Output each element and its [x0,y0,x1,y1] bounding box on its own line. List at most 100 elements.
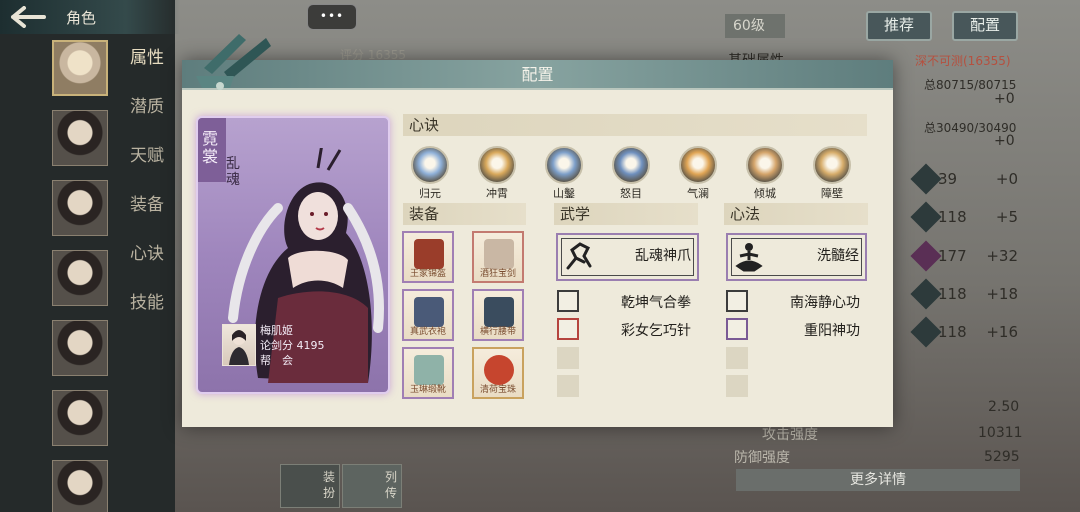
stat-icon [910,163,942,195]
more-details-button[interactable]: 更多详情 [736,469,1020,491]
xinjue-item[interactable]: 冲霄 [475,146,519,201]
page-title: 角色 [66,9,97,27]
character-portrait[interactable] [52,110,108,166]
xinjue-item[interactable]: 山鑿 [542,146,586,201]
config-dialog: 配置 霓裳 乱魂 梅肌姬 论剑分 4195 帮 会 心诀 归元 冲霄 山鑿 怒目… [182,34,893,427]
xinjue-label: 山鑿 [553,187,575,200]
skill-name: 乾坤气合拳 [621,295,691,311]
tab-skills[interactable]: 技能 [130,291,164,340]
xinjue-item[interactable]: 倾城 [743,146,787,201]
skill-name: 乱魂神爪 [635,248,691,264]
character-portrait[interactable] [52,320,108,376]
xinjue-label: 障壁 [821,187,843,200]
owner-score: 论剑分 4195 [260,339,325,352]
back-arrow-icon [11,6,46,28]
tab-xinjue[interactable]: 心诀 [130,242,164,291]
xinjue-item[interactable]: 气澜 [676,146,720,201]
xinjue-label: 倾城 [754,187,776,200]
hero-name-tag: 霓裳 [198,118,226,182]
belt-icon [484,297,514,327]
character-portrait[interactable] [52,180,108,236]
boots-icon [414,355,444,385]
tab-talent[interactable]: 天赋 [130,144,164,193]
helmet-icon [414,239,444,269]
sword-decoration-icon [196,34,271,90]
chat-button[interactable]: ••• [307,4,357,30]
stat-value: 118 [938,323,967,341]
stat-bonus: +18 [986,285,1018,303]
extra-stat-value: 2.50 [988,399,1020,415]
top-nav-bar: 角色 [0,0,180,34]
stat-row: 118 +16 [898,316,1018,348]
equip-name: 酒狂宝剑 [479,269,516,279]
wuxue-skill-item[interactable]: 彩女乞巧针 [557,318,691,340]
tab-biography[interactable]: 列传 [342,464,402,508]
character-portrait[interactable] [52,460,108,512]
equip-helmet[interactable]: 王家锦盔 [402,231,454,283]
hero-card[interactable]: 霓裳 乱魂 梅肌姬 论剑分 4195 帮 会 [196,116,390,394]
tab-equipment[interactable]: 装备 [130,193,164,242]
empty-skill-slot[interactable] [557,375,579,397]
tab-attributes[interactable]: 属性 [130,46,164,95]
stat-icon [910,278,942,310]
character-portrait[interactable] [52,250,108,306]
xinjue-label: 气澜 [687,187,709,200]
xinfa-section-header: 心法 [724,203,868,225]
level-badge: 60级 [725,14,785,38]
deep-label: 深不可测(16355) [915,54,1011,68]
empty-skill-slot[interactable] [557,347,579,369]
tab-potential[interactable]: 潜质 [130,95,164,144]
recommend-button[interactable]: 推荐 [866,11,932,41]
stat-value: 118 [938,285,967,303]
stat-value: 118 [938,208,967,226]
character-portrait[interactable] [52,390,108,446]
config-button[interactable]: 配置 [952,11,1018,41]
dialog-title: 配置 [521,65,554,84]
equip-armor[interactable]: 真武衣袍 [402,289,454,341]
xinfa-skill-item[interactable]: 重阳神功 [726,318,860,340]
xinjue-label: 归元 [419,187,441,200]
xinjue-label: 怒目 [620,187,642,200]
owner-name: 梅肌姬 [260,324,293,337]
wuxue-main-skill[interactable]: 乱魂神爪 [556,233,699,281]
hero-title: 乱魂 [226,156,240,188]
equip-name: 真武衣袍 [409,327,446,337]
tab-outfit[interactable]: 装扮 [280,464,340,508]
xinfa-skill-item[interactable]: 南海静心功 [726,290,860,312]
empty-skill-slot[interactable] [726,347,748,369]
empty-skill-slot[interactable] [726,375,748,397]
equip-section-header: 装备 [403,203,526,225]
back-button[interactable] [6,4,50,30]
xinjue-orb-icon [612,146,650,184]
robe-icon [414,297,444,327]
equip-boots[interactable]: 玉琳缎靴 [402,347,454,399]
equip-accessory[interactable]: 清荷宝珠 [472,347,524,399]
equip-belt[interactable]: 横行腰带 [472,289,524,341]
wuxue-skill-item[interactable]: 乾坤气合拳 [557,290,691,312]
skill-name: 南海静心功 [790,295,860,311]
stat-icon [910,240,942,272]
mp-plus: +0 [994,133,1015,149]
xinjue-item[interactable]: 怒目 [609,146,653,201]
tab-outfit-label: 装扮 [323,470,336,500]
xinjue-section-header: 心诀 [403,114,867,136]
hero-name: 霓裳 [202,129,219,166]
xinjue-orb-icon [478,146,516,184]
xinjue-orb-icon [746,146,784,184]
character-portrait[interactable] [52,40,108,96]
xinfa-main-skill[interactable]: 洗髓经 [726,233,867,281]
stat-bonus: +32 [986,247,1018,265]
hp-plus: +0 [994,91,1015,107]
xinjue-item[interactable]: 归元 [408,146,452,201]
xinjue-orb-icon [813,146,851,184]
needle-skill-icon [557,318,579,340]
claw-martial-icon [566,242,592,270]
xinjue-item[interactable]: 障壁 [810,146,854,201]
dialog-header: 配置 [182,60,893,90]
equip-weapon[interactable]: 酒狂宝剑 [472,231,524,283]
equip-name: 玉琳缎靴 [409,385,446,395]
xinjue-list: 归元 冲霄 山鑿 怒目 气澜 倾城 障壁 [408,146,858,201]
equipment-grid: 王家锦盔 酒狂宝剑 真武衣袍 横行腰带 玉琳缎靴 清荷宝珠 [402,231,524,399]
owner-avatar [222,324,256,366]
attack-label: 攻击强度 [762,427,818,443]
